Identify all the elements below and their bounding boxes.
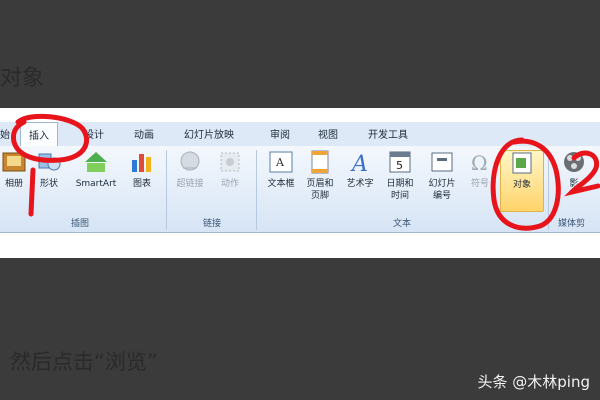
page-heading-fragment: 对象 <box>0 66 45 91</box>
slide-number-label: 幻灯片 编号 <box>428 179 456 201</box>
tab-developer[interactable]: 开发工具 <box>368 126 408 141</box>
smartart-button[interactable]: SmartArt <box>70 150 122 190</box>
album-icon <box>1 150 27 174</box>
slide-number-icon <box>429 150 455 174</box>
object-icon <box>509 151 535 175</box>
symbol-label: 符号 <box>470 179 489 189</box>
slide-number-button[interactable]: 幻灯片 编号 <box>422 150 462 202</box>
tab-design[interactable]: 设计 <box>84 126 104 141</box>
textbox-label: 文本框 <box>267 179 295 189</box>
album-button[interactable]: 相册 <box>0 150 28 190</box>
omega-symbol-icon: Ω <box>467 150 493 175</box>
hyperlink-label: 超链接 <box>176 179 204 189</box>
header-footer-label: 页眉和 页脚 <box>306 179 334 201</box>
group-title-illustrations: 插图 <box>70 219 89 229</box>
globe-link-icon <box>177 150 203 174</box>
tab-review[interactable]: 审阅 <box>270 126 290 141</box>
svg-text:A: A <box>350 152 368 174</box>
calendar-digit: 5 <box>396 159 403 172</box>
action-label: 动作 <box>220 179 239 189</box>
action-button[interactable]: 动作 <box>214 150 246 190</box>
film-reel-icon <box>561 150 587 174</box>
smartart-icon <box>83 150 109 174</box>
textbox-button[interactable]: A 文本框 <box>262 150 300 190</box>
symbol-button[interactable]: Ω 符号 <box>464 150 496 190</box>
smartart-label: SmartArt <box>75 179 117 189</box>
wordart-label: 艺术字 <box>346 179 374 189</box>
svg-text:Ω: Ω <box>471 151 488 174</box>
ribbon-tab-bar: 始 插入 设计 动画 幻灯片放映 审阅 视图 开发工具 <box>0 122 600 147</box>
movie-label: 影 <box>569 179 579 189</box>
tab-slideshow[interactable]: 幻灯片放映 <box>184 126 234 141</box>
watermark: 头条 @木林ping <box>477 373 591 391</box>
action-icon <box>217 150 243 174</box>
date-time-label: 日期和 时间 <box>386 179 414 201</box>
ribbon: 始 插入 设计 动画 幻灯片放映 审阅 视图 开发工具 相册 形状 SmartA… <box>0 108 600 258</box>
hyperlink-button[interactable]: 超链接 <box>172 150 208 190</box>
group-separator <box>166 150 167 230</box>
group-title-media: 媒体剪 <box>558 219 586 229</box>
textbox-icon: A <box>268 150 294 174</box>
shapes-button[interactable]: 形状 <box>34 150 64 190</box>
bar-chart-icon <box>129 150 155 174</box>
date-time-button[interactable]: 5 日期和 时间 <box>380 150 420 202</box>
wordart-icon: A <box>347 150 373 177</box>
group-title-links: 链接 <box>202 219 221 229</box>
object-label: 对象 <box>512 180 531 190</box>
chart-button[interactable]: 图表 <box>126 150 158 190</box>
tab-view[interactable]: 视图 <box>318 126 338 141</box>
shapes-label: 形状 <box>39 179 58 189</box>
group-separator <box>256 150 257 230</box>
album-label: 相册 <box>4 179 23 189</box>
ribbon-body: 相册 形状 SmartArt 图表 插图 超链接 动作 链接 A 文本框 页眉和… <box>0 146 600 233</box>
tab-animation[interactable]: 动画 <box>134 126 154 141</box>
calendar-icon: 5 <box>387 150 413 174</box>
object-button[interactable]: 对象 <box>500 150 544 212</box>
page-icon <box>307 150 333 174</box>
instruction-text: 然后点击“浏览” <box>10 350 158 374</box>
tab-home[interactable]: 始 <box>0 126 10 141</box>
movie-button[interactable]: 影 <box>554 150 594 190</box>
tab-insert[interactable]: 插入 <box>20 122 58 146</box>
header-footer-button[interactable]: 页眉和 页脚 <box>302 150 338 202</box>
chart-label: 图表 <box>132 179 151 189</box>
shapes-icon <box>36 150 62 174</box>
group-title-text: 文本 <box>392 219 411 229</box>
wordart-button[interactable]: A 艺术字 <box>342 150 378 190</box>
group-separator <box>548 150 549 230</box>
svg-text:A: A <box>275 156 285 169</box>
